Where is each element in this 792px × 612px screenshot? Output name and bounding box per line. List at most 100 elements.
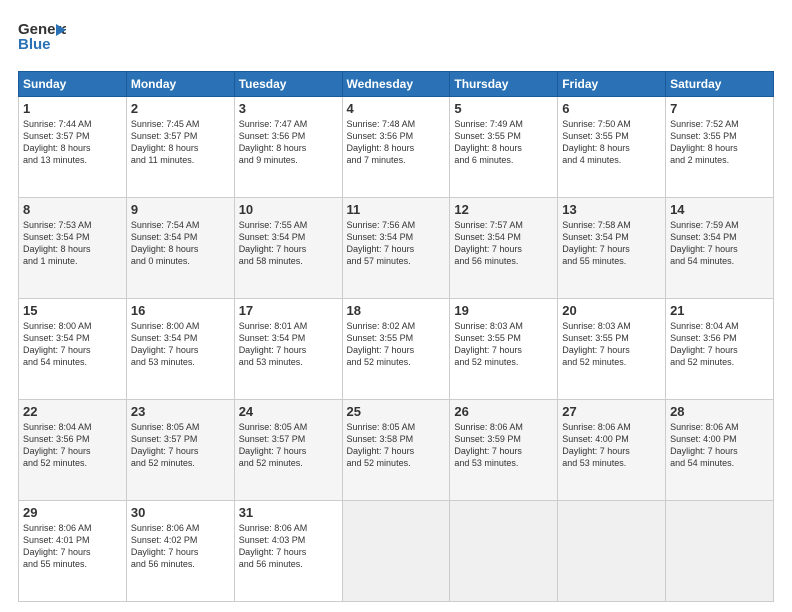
day-number: 4 [347, 101, 446, 116]
day-number: 29 [23, 505, 122, 520]
day-number: 7 [670, 101, 769, 116]
calendar-header-wednesday: Wednesday [342, 72, 450, 97]
logo: General Blue [18, 16, 66, 63]
calendar-cell: 5 Sunrise: 7:49 AM Sunset: 3:55 PM Daylig… [450, 97, 558, 198]
calendar-cell: 15 Sunrise: 8:00 AM Sunset: 3:54 PM Dayli… [19, 299, 127, 400]
calendar-cell: 10Sunrise: 7:55 AM Sunset: 3:54 PM Dayli… [234, 198, 342, 299]
day-info: Sunrise: 8:00 AM Sunset: 3:54 PM Dayligh… [23, 320, 122, 369]
calendar-cell: 13 Sunrise: 7:58 AM Sunset: 3:54 PM Dayli… [558, 198, 666, 299]
day-info: Sunrise: 7:45 AM Sunset: 3:57 PM Dayligh… [131, 118, 230, 167]
day-info: Sunrise: 7:57 AM Sunset: 3:54 PM Dayligh… [454, 219, 553, 268]
day-info: Sunrise: 8:00 AM Sunset: 3:54 PM Dayligh… [131, 320, 230, 369]
day-number: 18 [347, 303, 446, 318]
day-number: 20 [562, 303, 661, 318]
calendar-cell: 8 Sunrise: 7:53 AM Sunset: 3:54 PM Daylig… [19, 198, 127, 299]
day-info: Sunrise: 8:06 AM Sunset: 3:59 PM Dayligh… [454, 421, 553, 470]
calendar-week-row: 29 Sunrise: 8:06 AM Sunset: 4:01 PM Dayli… [19, 501, 774, 602]
calendar-cell: 22Sunrise: 8:04 AM Sunset: 3:56 PM Dayli… [19, 400, 127, 501]
calendar-body: 1 Sunrise: 7:44 AM Sunset: 3:57 PM Daylig… [19, 97, 774, 602]
day-info: Sunrise: 8:03 AM Sunset: 3:55 PM Dayligh… [562, 320, 661, 369]
day-info: Sunrise: 7:59 AM Sunset: 3:54 PM Dayligh… [670, 219, 769, 268]
calendar-cell: 30Sunrise: 8:06 AM Sunset: 4:02 PM Dayli… [126, 501, 234, 602]
calendar-cell: 7 Sunrise: 7:52 AM Sunset: 3:55 PM Daylig… [666, 97, 774, 198]
day-number: 23 [131, 404, 230, 419]
calendar-cell: 18 Sunrise: 8:02 AM Sunset: 3:55 PM Dayli… [342, 299, 450, 400]
day-number: 8 [23, 202, 122, 217]
calendar-week-row: 22Sunrise: 8:04 AM Sunset: 3:56 PM Dayli… [19, 400, 774, 501]
day-info: Sunrise: 8:06 AM Sunset: 4:03 PM Dayligh… [239, 522, 338, 571]
page-header: General Blue [18, 16, 774, 63]
calendar-header-saturday: Saturday [666, 72, 774, 97]
calendar-header-monday: Monday [126, 72, 234, 97]
calendar-cell: 6 Sunrise: 7:50 AM Sunset: 3:55 PM Daylig… [558, 97, 666, 198]
day-number: 25 [347, 404, 446, 419]
calendar-header-row: SundayMondayTuesdayWednesdayThursdayFrid… [19, 72, 774, 97]
day-info: Sunrise: 7:49 AM Sunset: 3:55 PM Dayligh… [454, 118, 553, 167]
calendar-header-thursday: Thursday [450, 72, 558, 97]
calendar-cell [342, 501, 450, 602]
day-info: Sunrise: 7:50 AM Sunset: 3:55 PM Dayligh… [562, 118, 661, 167]
day-info: Sunrise: 8:06 AM Sunset: 4:02 PM Dayligh… [131, 522, 230, 571]
calendar-cell: 19 Sunrise: 8:03 AM Sunset: 3:55 PM Dayli… [450, 299, 558, 400]
calendar-cell: 17 Sunrise: 8:01 AM Sunset: 3:54 PM Dayli… [234, 299, 342, 400]
day-info: Sunrise: 7:55 AM Sunset: 3:54 PM Dayligh… [239, 219, 338, 268]
calendar-cell: 29 Sunrise: 8:06 AM Sunset: 4:01 PM Dayli… [19, 501, 127, 602]
calendar-cell [450, 501, 558, 602]
day-info: Sunrise: 7:47 AM Sunset: 3:56 PM Dayligh… [239, 118, 338, 167]
day-number: 12 [454, 202, 553, 217]
day-number: 9 [131, 202, 230, 217]
calendar-cell: 14Sunrise: 7:59 AM Sunset: 3:54 PM Dayli… [666, 198, 774, 299]
calendar-cell: 21Sunrise: 8:04 AM Sunset: 3:56 PM Dayli… [666, 299, 774, 400]
day-info: Sunrise: 8:06 AM Sunset: 4:00 PM Dayligh… [562, 421, 661, 470]
day-number: 5 [454, 101, 553, 116]
day-info: Sunrise: 8:06 AM Sunset: 4:01 PM Dayligh… [23, 522, 122, 571]
day-number: 16 [131, 303, 230, 318]
calendar-cell: 3 Sunrise: 7:47 AM Sunset: 3:56 PM Daylig… [234, 97, 342, 198]
day-number: 27 [562, 404, 661, 419]
day-info: Sunrise: 7:56 AM Sunset: 3:54 PM Dayligh… [347, 219, 446, 268]
day-number: 21 [670, 303, 769, 318]
day-info: Sunrise: 7:52 AM Sunset: 3:55 PM Dayligh… [670, 118, 769, 167]
day-number: 24 [239, 404, 338, 419]
day-number: 28 [670, 404, 769, 419]
day-info: Sunrise: 7:44 AM Sunset: 3:57 PM Dayligh… [23, 118, 122, 167]
day-info: Sunrise: 8:03 AM Sunset: 3:55 PM Dayligh… [454, 320, 553, 369]
calendar-cell: 20 Sunrise: 8:03 AM Sunset: 3:55 PM Dayli… [558, 299, 666, 400]
calendar-cell: 1 Sunrise: 7:44 AM Sunset: 3:57 PM Daylig… [19, 97, 127, 198]
calendar-header-sunday: Sunday [19, 72, 127, 97]
day-number: 19 [454, 303, 553, 318]
day-number: 1 [23, 101, 122, 116]
day-info: Sunrise: 7:58 AM Sunset: 3:54 PM Dayligh… [562, 219, 661, 268]
day-info: Sunrise: 7:54 AM Sunset: 3:54 PM Dayligh… [131, 219, 230, 268]
calendar-header-tuesday: Tuesday [234, 72, 342, 97]
day-number: 15 [23, 303, 122, 318]
calendar-header-friday: Friday [558, 72, 666, 97]
calendar-week-row: 15 Sunrise: 8:00 AM Sunset: 3:54 PM Dayli… [19, 299, 774, 400]
calendar-cell: 4 Sunrise: 7:48 AM Sunset: 3:56 PM Daylig… [342, 97, 450, 198]
calendar-cell: 23 Sunrise: 8:05 AM Sunset: 3:57 PM Dayli… [126, 400, 234, 501]
calendar-cell: 31Sunrise: 8:06 AM Sunset: 4:03 PM Dayli… [234, 501, 342, 602]
calendar-cell: 16 Sunrise: 8:00 AM Sunset: 3:54 PM Dayli… [126, 299, 234, 400]
day-info: Sunrise: 8:02 AM Sunset: 3:55 PM Dayligh… [347, 320, 446, 369]
day-number: 2 [131, 101, 230, 116]
calendar-cell: 9 Sunrise: 7:54 AM Sunset: 3:54 PM Daylig… [126, 198, 234, 299]
day-info: Sunrise: 7:48 AM Sunset: 3:56 PM Dayligh… [347, 118, 446, 167]
day-info: Sunrise: 8:05 AM Sunset: 3:57 PM Dayligh… [131, 421, 230, 470]
calendar-cell: 28 Sunrise: 8:06 AM Sunset: 4:00 PM Dayli… [666, 400, 774, 501]
day-info: Sunrise: 8:05 AM Sunset: 3:58 PM Dayligh… [347, 421, 446, 470]
calendar-cell: 2 Sunrise: 7:45 AM Sunset: 3:57 PM Daylig… [126, 97, 234, 198]
day-number: 3 [239, 101, 338, 116]
calendar-cell: 25 Sunrise: 8:05 AM Sunset: 3:58 PM Dayli… [342, 400, 450, 501]
day-info: Sunrise: 8:06 AM Sunset: 4:00 PM Dayligh… [670, 421, 769, 470]
day-info: Sunrise: 8:01 AM Sunset: 3:54 PM Dayligh… [239, 320, 338, 369]
day-number: 17 [239, 303, 338, 318]
day-info: Sunrise: 7:53 AM Sunset: 3:54 PM Dayligh… [23, 219, 122, 268]
calendar-table: SundayMondayTuesdayWednesdayThursdayFrid… [18, 71, 774, 602]
calendar-cell: 26Sunrise: 8:06 AM Sunset: 3:59 PM Dayli… [450, 400, 558, 501]
calendar-cell: 11 Sunrise: 7:56 AM Sunset: 3:54 PM Dayli… [342, 198, 450, 299]
calendar-cell: 27 Sunrise: 8:06 AM Sunset: 4:00 PM Dayli… [558, 400, 666, 501]
day-number: 11 [347, 202, 446, 217]
calendar-cell [558, 501, 666, 602]
day-number: 13 [562, 202, 661, 217]
day-number: 6 [562, 101, 661, 116]
